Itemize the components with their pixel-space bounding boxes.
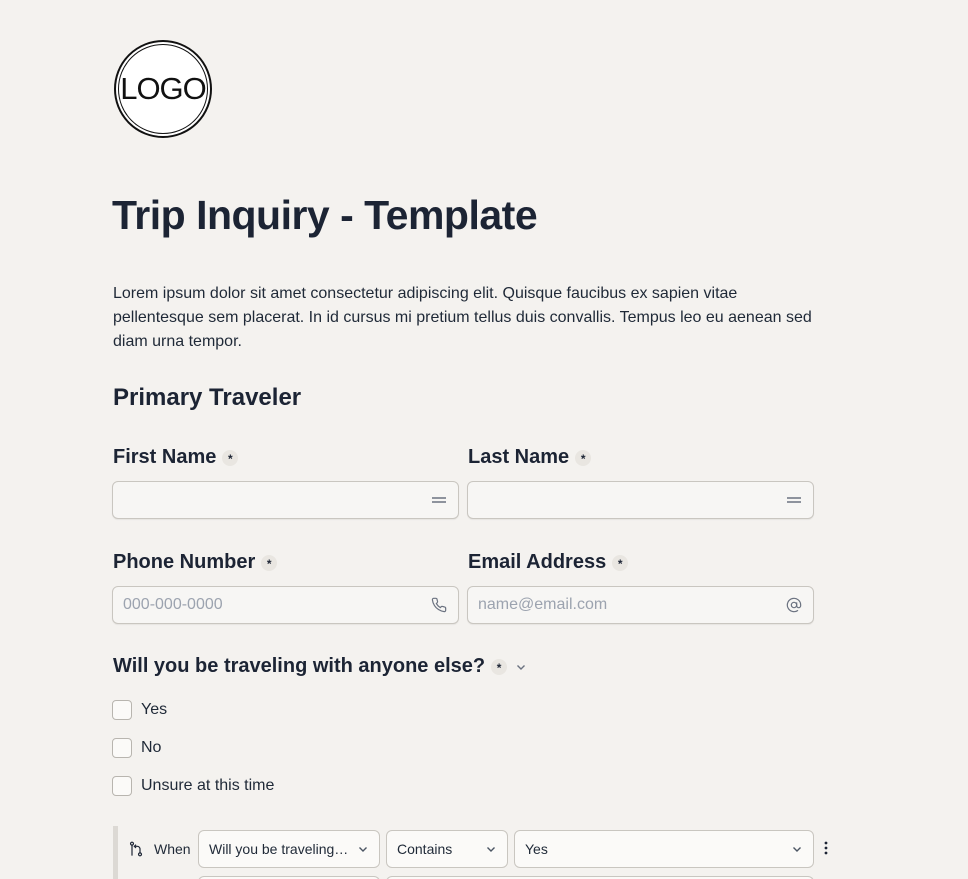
option-unsure[interactable]: Unsure at this time <box>112 776 274 796</box>
condition-field-select[interactable]: Will you be traveling with anyone else? <box>198 830 380 868</box>
logo-text: LOGO <box>120 71 207 106</box>
travel-companion-question: Will you be traveling with anyone else? … <box>113 655 527 678</box>
first-name-field[interactable] <box>112 481 459 519</box>
email-input[interactable] <box>478 596 785 614</box>
option-no[interactable]: No <box>112 738 161 758</box>
phone-input[interactable] <box>123 596 430 614</box>
phone-field[interactable] <box>112 586 459 624</box>
option-label: Unsure at this time <box>141 777 275 794</box>
first-name-input[interactable] <box>123 491 430 509</box>
last-name-field[interactable] <box>467 481 814 519</box>
section-title: Primary Traveler <box>113 384 302 411</box>
question-label: Will you be traveling with anyone else? <box>113 655 486 677</box>
email-field[interactable] <box>467 586 814 624</box>
last-name-input[interactable] <box>478 491 785 509</box>
required-icon: * <box>491 658 508 675</box>
more-options-icon[interactable] <box>822 840 830 861</box>
required-icon: * <box>261 554 278 571</box>
chevron-down-icon <box>791 843 803 855</box>
form-description: Lorem ipsum dolor sit amet consectetur a… <box>113 285 812 350</box>
first-name-label-text: First Name <box>113 446 217 468</box>
required-icon: * <box>222 449 239 466</box>
text-lines-icon <box>785 491 803 509</box>
branch-icon <box>128 841 144 862</box>
condition-value-select[interactable]: Yes <box>514 830 814 868</box>
required-icon: * <box>575 449 592 466</box>
when-label: When <box>154 841 191 857</box>
select-value: Will you be traveling with anyone else? <box>209 841 351 857</box>
phone-label: Phone Number * <box>113 551 278 574</box>
email-label: Email Address * <box>468 551 629 574</box>
last-name-label-text: Last Name <box>468 446 570 468</box>
option-label: Yes <box>141 701 168 718</box>
chevron-down-icon <box>357 843 369 855</box>
option-label: No <box>141 739 162 756</box>
phone-icon <box>430 596 448 614</box>
chevron-down-icon[interactable] <box>515 661 527 673</box>
select-value: Yes <box>525 841 548 857</box>
form-title: Trip Inquiry - Template <box>112 192 538 238</box>
logo: LOGO <box>114 40 212 138</box>
at-icon <box>785 596 803 614</box>
text-lines-icon <box>430 491 448 509</box>
checkbox[interactable] <box>112 700 132 720</box>
option-yes[interactable]: Yes <box>112 700 167 720</box>
select-value: Contains <box>397 841 453 857</box>
required-icon: * <box>612 554 629 571</box>
checkbox[interactable] <box>112 738 132 758</box>
email-label-text: Email Address <box>468 551 607 573</box>
form-page: LOGO Trip Inquiry - Template Lorem ipsum… <box>0 0 968 879</box>
chevron-down-icon <box>485 843 497 855</box>
first-name-label: First Name * <box>113 446 239 469</box>
condition-operator-select[interactable]: Contains <box>386 830 508 868</box>
logic-rule-row: When Will you be traveling with anyone e… <box>118 826 838 879</box>
phone-label-text: Phone Number <box>113 551 256 573</box>
last-name-label: Last Name * <box>468 446 592 469</box>
checkbox[interactable] <box>112 776 132 796</box>
